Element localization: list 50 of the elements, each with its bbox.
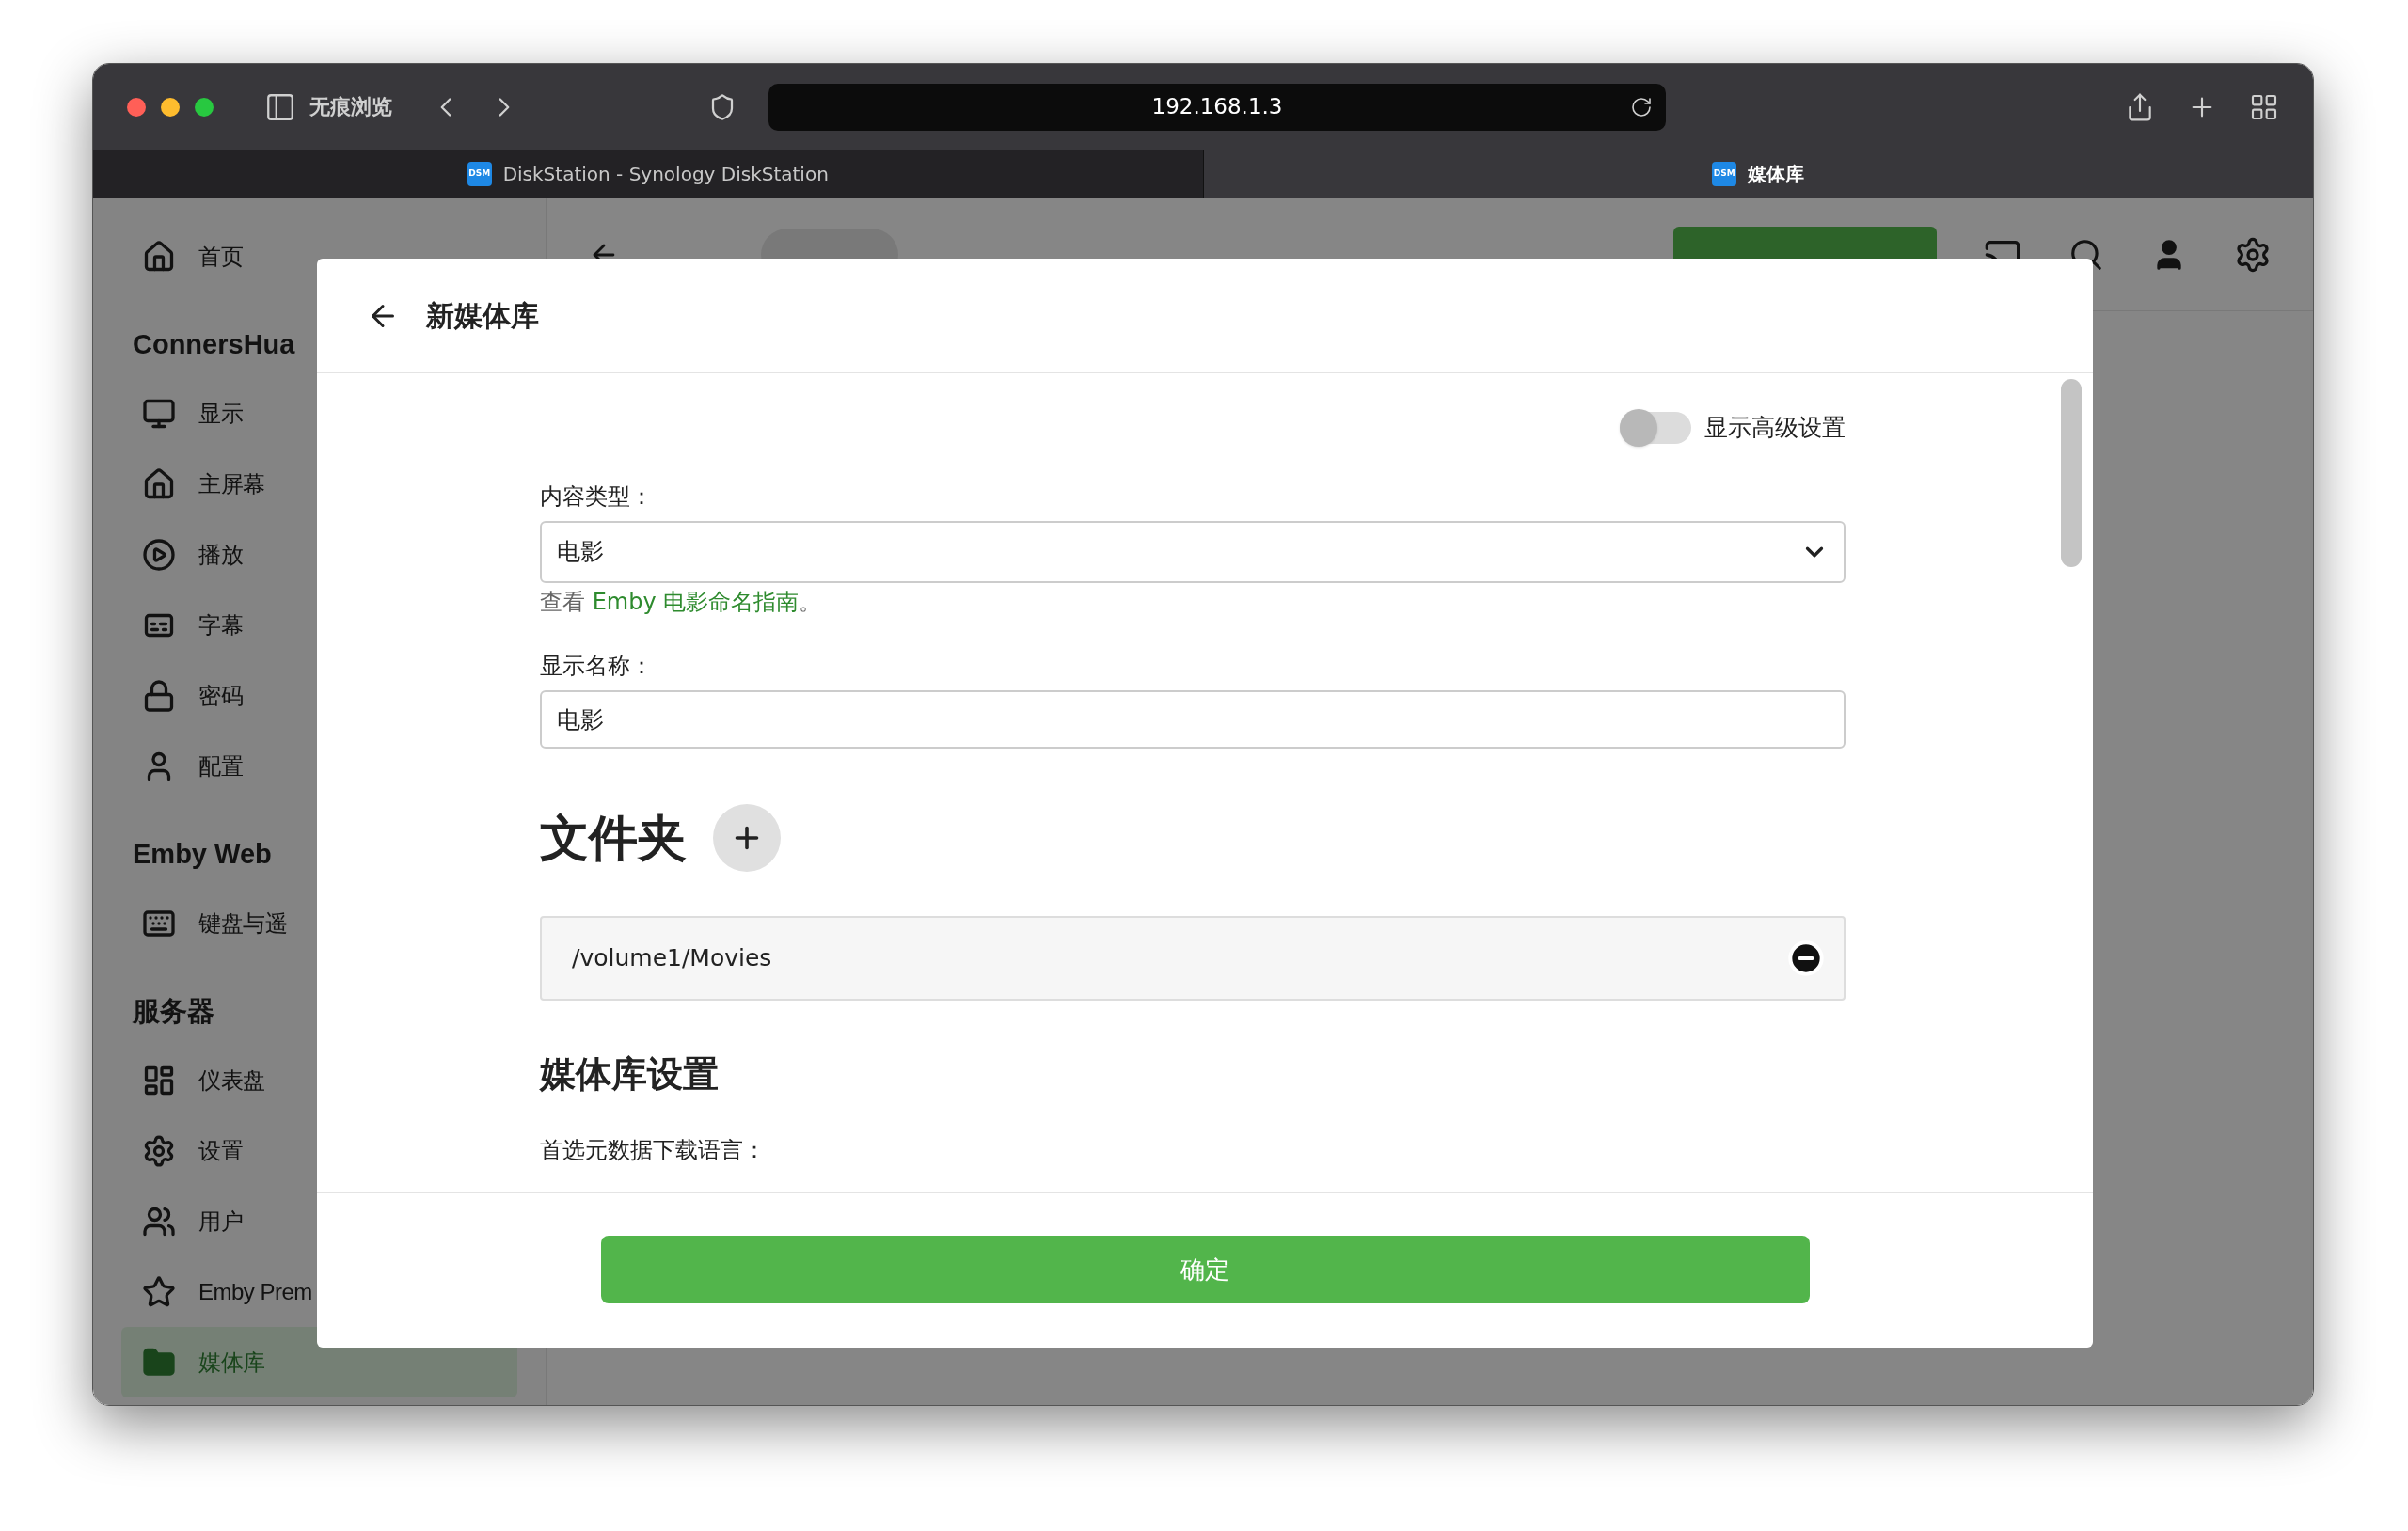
address-bar[interactable]: 192.168.1.3: [768, 83, 1666, 131]
library-settings-heading: 媒体库设置: [540, 1052, 720, 1097]
private-browsing-label: 无痕浏览: [309, 94, 392, 120]
sidebar-item-icon: [142, 239, 176, 274]
advanced-settings-toggle[interactable]: [1620, 412, 1691, 444]
naming-guide-link[interactable]: Emby 电影命名指南: [592, 589, 800, 615]
favicon-icon: DSM: [1712, 162, 1737, 186]
settings-icon[interactable]: [2234, 235, 2272, 274]
dialog-title: 新媒体库: [426, 298, 539, 334]
sidebar-heading: 服务器: [133, 995, 214, 1029]
sidebar-item[interactable]: 首页: [121, 221, 517, 292]
folders-heading: 文件夹: [540, 809, 687, 868]
sidebar-heading: Emby Web: [133, 838, 272, 872]
sidebar-item[interactable]: 仪表盘: [121, 1045, 517, 1115]
sidebar-item-icon: [142, 1274, 176, 1309]
confirm-button[interactable]: 确定: [600, 1236, 1810, 1303]
sidebar-item[interactable]: 播放: [121, 519, 517, 590]
sidebar-item[interactable]: 主屏幕: [121, 449, 517, 519]
sidebar-item-icon: [142, 466, 176, 501]
sidebar-item[interactable]: 显示: [121, 378, 517, 449]
content-type-select[interactable]: 电影: [540, 521, 1846, 583]
sidebar-item-icon: [142, 1133, 176, 1168]
sidebar-item[interactable]: Emby Prem: [121, 1256, 517, 1327]
browser-tab[interactable]: DSM 媒体库: [1202, 150, 2313, 198]
close-window-icon[interactable]: [127, 97, 146, 117]
scrollbar-thumb[interactable]: [2061, 379, 2082, 567]
field-label: 内容类型：: [540, 482, 654, 512]
tab-title: 媒体库: [1748, 162, 1805, 187]
toggle-label: 显示高级设置: [1704, 413, 1846, 444]
field-label: 显示名称：: [540, 652, 654, 681]
display-name-field[interactable]: 电影: [540, 690, 1846, 749]
sidebar-item-icon: [142, 537, 176, 572]
reload-icon[interactable]: [1630, 95, 1653, 118]
sidebar-item[interactable]: 密码: [121, 660, 517, 731]
sidebar-item[interactable]: 设置: [121, 1115, 517, 1186]
field-label: 首选元数据下载语言：: [540, 1136, 767, 1165]
remove-folder-icon[interactable]: [1787, 939, 1825, 977]
sidebar-item-icon: [142, 678, 176, 713]
address-text: 192.168.1.3: [1151, 93, 1283, 121]
tab-title: DiskStation - Synology DiskStation: [502, 162, 829, 187]
minimize-window-icon[interactable]: [161, 97, 180, 117]
favicon-icon: DSM: [467, 162, 492, 186]
sidebar-item[interactable]: 用户: [121, 1186, 517, 1256]
sidebar-item[interactable]: 键盘与遥: [121, 888, 517, 958]
folder-path: /volume1/Movies: [572, 943, 773, 974]
naming-guide-hint: 查看 Emby 电影命名指南。: [540, 588, 823, 617]
sidebar-item[interactable]: 字幕: [121, 590, 517, 660]
sidebar-item[interactable]: 配置: [121, 731, 517, 801]
zoom-window-icon[interactable]: [195, 97, 214, 117]
sidebar-heading: ConnersHua: [133, 328, 295, 362]
